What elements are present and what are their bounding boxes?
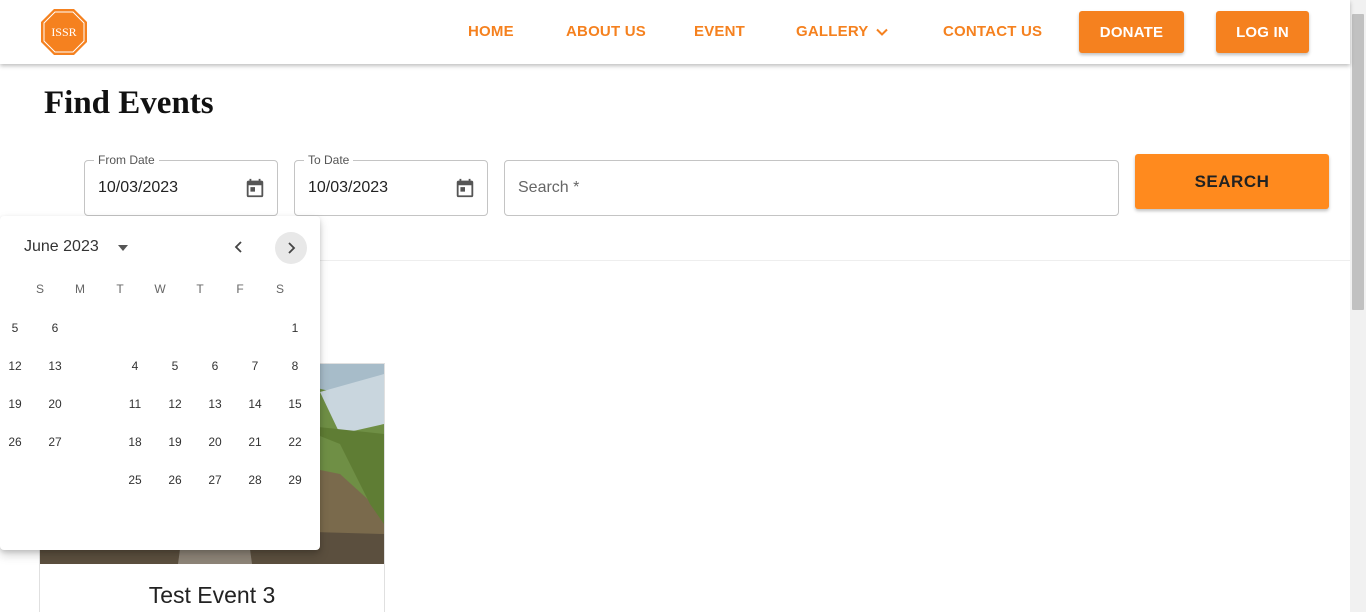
nav-gallery[interactable]: GALLERY: [796, 23, 869, 40]
search-button[interactable]: SEARCH: [1135, 154, 1329, 209]
calendar-icon[interactable]: [244, 177, 266, 199]
calendar-day[interactable]: 19: [0, 386, 33, 422]
calendar-day[interactable]: 21: [237, 424, 273, 460]
calendar-day[interactable]: 4: [117, 348, 153, 384]
nav-contact-us[interactable]: CONTACT US: [943, 23, 1042, 40]
chevron-left-icon: [234, 241, 242, 253]
calendar-day[interactable]: 13: [197, 386, 233, 422]
calendar-day[interactable]: 28: [237, 462, 273, 498]
calendar-day[interactable]: 29: [277, 462, 313, 498]
weekday-header: W: [154, 282, 166, 296]
to-date-value[interactable]: 10/03/2023: [308, 179, 388, 197]
calendar-day[interactable]: 13: [37, 348, 73, 384]
calendar-day[interactable]: 5: [0, 310, 33, 346]
calendar-day[interactable]: 12: [0, 348, 33, 384]
calendar-day[interactable]: 6: [197, 348, 233, 384]
scrollbar-thumb[interactable]: [1352, 14, 1364, 310]
logo-text: ISSR: [51, 25, 76, 39]
weekday-header: T: [116, 282, 124, 296]
nav-home[interactable]: HOME: [468, 23, 514, 40]
calendar-day[interactable]: 1: [277, 310, 313, 346]
page-title: Find Events: [44, 85, 214, 121]
login-button[interactable]: LOG IN: [1216, 11, 1309, 53]
calendar-day[interactable]: 5: [157, 348, 193, 384]
from-date-field[interactable]: From Date 10/03/2023: [84, 153, 278, 216]
donate-button[interactable]: DONATE: [1079, 11, 1184, 53]
calendar-day[interactable]: 19: [157, 424, 193, 460]
caret-down-icon[interactable]: [116, 241, 130, 255]
calendar-day[interactable]: 22: [277, 424, 313, 460]
nav-event[interactable]: EVENT: [694, 23, 745, 40]
month-year-label[interactable]: June 2023: [24, 238, 99, 256]
top-nav-bar: ISSR HOME ABOUT US EVENT GALLERY CONTACT…: [0, 0, 1350, 64]
calendar-day[interactable]: 14: [237, 386, 273, 422]
calendar-day[interactable]: 20: [197, 424, 233, 460]
to-date-field[interactable]: To Date 10/03/2023: [294, 153, 488, 216]
previous-month-button[interactable]: [226, 234, 252, 260]
calendar-day[interactable]: 27: [37, 424, 73, 460]
calendar-day[interactable]: 7: [237, 348, 273, 384]
next-month-button[interactable]: [275, 232, 307, 264]
search-placeholder: Search *: [518, 179, 580, 196]
calendar-day[interactable]: 18: [117, 424, 153, 460]
calendar-day[interactable]: 26: [157, 462, 193, 498]
calendar-day[interactable]: 20: [37, 386, 73, 422]
weekday-header: S: [275, 282, 284, 296]
from-date-label: From Date: [94, 153, 159, 167]
weekday-header: M: [75, 282, 85, 296]
calendar-day[interactable]: 6: [37, 310, 73, 346]
weekday-header: T: [196, 282, 204, 296]
calendar-day[interactable]: 15: [277, 386, 313, 422]
weekday-header: F: [236, 282, 244, 296]
from-date-value[interactable]: 10/03/2023: [98, 179, 178, 197]
calendar-day[interactable]: 8: [277, 348, 313, 384]
event-title[interactable]: Test Event 3: [40, 582, 384, 609]
nav-about-us[interactable]: ABOUT US: [566, 23, 646, 40]
page-scrollbar[interactable]: [1350, 0, 1366, 612]
calendar-day[interactable]: 12: [157, 386, 193, 422]
issr-logo[interactable]: ISSR: [40, 8, 88, 56]
calendar-icon[interactable]: [454, 177, 476, 199]
chevron-down-icon[interactable]: [874, 24, 890, 40]
weekday-header: S: [35, 282, 44, 296]
calendar-day[interactable]: 11: [117, 386, 153, 422]
to-date-label: To Date: [304, 153, 354, 167]
calendar-day[interactable]: 26: [0, 424, 33, 460]
calendar-day[interactable]: 27: [197, 462, 233, 498]
chevron-right-icon: [288, 242, 296, 254]
search-input[interactable]: Search *: [504, 160, 1119, 216]
calendar-day[interactable]: 25: [117, 462, 153, 498]
date-picker-popup: June 2023 S M T W T F S 5 6 1 12 13 4 5 …: [0, 216, 320, 550]
